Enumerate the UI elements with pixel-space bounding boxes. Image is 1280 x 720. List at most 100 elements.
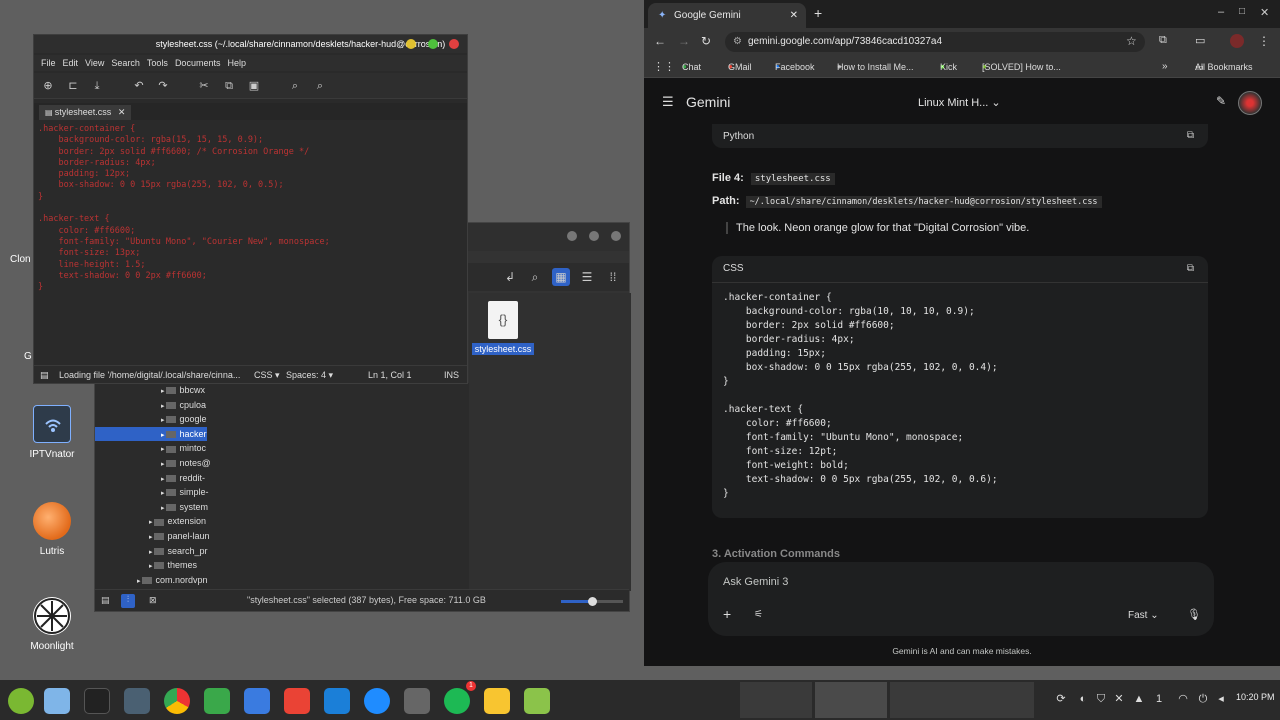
tree-item[interactable]: ▸ notes@ xyxy=(161,456,211,470)
maximize-icon[interactable]: □ xyxy=(1239,6,1245,17)
profile-avatar[interactable] xyxy=(1230,34,1244,48)
tree-item[interactable]: ▸ bbcwx xyxy=(161,383,205,397)
update-icon[interactable]: ⟳ xyxy=(1054,692,1068,706)
chat-app-icon[interactable] xyxy=(204,688,230,714)
redo-icon[interactable]: ↷ xyxy=(155,78,171,94)
prompt-box[interactable]: Ask Gemini 3 + ⚟ Fast ⌄ 🎙 xyxy=(708,562,1214,636)
spotify-icon[interactable] xyxy=(444,688,470,714)
tree-item[interactable]: ▸ extension xyxy=(149,514,206,528)
language-selector[interactable]: CSS ▾ xyxy=(254,366,280,384)
menu-item-search[interactable]: Search xyxy=(111,55,140,71)
forward-icon[interactable]: → xyxy=(678,34,690,48)
zoom-slider-handle[interactable] xyxy=(588,597,597,606)
copy-icon[interactable]: ⧉ xyxy=(221,78,237,94)
tools-icon[interactable]: ⚟ xyxy=(754,609,763,620)
tree-toggle-icon[interactable]: ⫶ xyxy=(121,594,135,608)
code-editor[interactable]: .hacker-container { background-color: rg… xyxy=(34,121,467,367)
menu-dots-icon[interactable]: ⋮ xyxy=(1258,34,1270,48)
tree-item[interactable]: ▸ simple- xyxy=(161,485,208,499)
spaces-selector[interactable]: Spaces: 4 ▾ xyxy=(286,366,333,384)
hamburger-menu-icon[interactable]: ☰ xyxy=(662,94,674,110)
volume-icon[interactable]: ◂ xyxy=(1214,692,1228,706)
desktop-icon-lutris[interactable]: Lutris xyxy=(17,502,87,557)
tree-item[interactable]: ▸ reddit- xyxy=(161,471,205,485)
new-chat-icon[interactable]: ✎ xyxy=(1216,94,1226,108)
outlook-icon[interactable] xyxy=(324,688,350,714)
copy-code-icon[interactable]: ⧉ xyxy=(1187,263,1194,274)
replace-icon[interactable]: ⌕ xyxy=(312,78,328,94)
copy-code-icon[interactable]: ⧉ xyxy=(1187,130,1194,141)
tree-item[interactable]: ▸ panel-laun xyxy=(149,529,210,543)
address-bar[interactable]: ⚙ gemini.google.com/app/73846cacd10327a4 xyxy=(725,32,1145,52)
tree-item[interactable]: ▸ com.nordvpn xyxy=(137,573,208,587)
compact-view-icon[interactable]: ⁞⁞ xyxy=(604,268,622,286)
menu-item-view[interactable]: View xyxy=(85,55,104,71)
desktop-icon-iptvnator[interactable]: IPTVnator xyxy=(17,405,87,460)
power-icon[interactable]: ⏻ xyxy=(1196,692,1210,706)
wifi-icon[interactable]: ◠ xyxy=(1176,692,1190,706)
places-toggle-icon[interactable]: ▤ xyxy=(101,595,113,607)
taskbar-window-slot[interactable] xyxy=(962,682,1034,718)
tree-item[interactable]: ▸ search_pr xyxy=(149,544,208,558)
prompt-input[interactable]: Ask Gemini 3 xyxy=(723,576,788,588)
tree-item[interactable]: ▸ system xyxy=(161,500,208,514)
hide-sidebar-icon[interactable]: ⊠ xyxy=(149,595,161,607)
list-view-icon[interactable]: ☰ xyxy=(578,268,596,286)
settings-app-icon[interactable] xyxy=(244,688,270,714)
network-alert-icon[interactable]: ▲ xyxy=(1132,692,1146,706)
shield-icon[interactable]: ⛉ xyxy=(1094,692,1108,706)
clock[interactable]: 10:20 PM xyxy=(1236,692,1275,702)
vpn-icon[interactable]: ◐ xyxy=(1076,692,1090,706)
zoom-slider[interactable] xyxy=(561,597,623,606)
messenger-icon[interactable] xyxy=(364,688,390,714)
gmail-icon[interactable] xyxy=(284,688,310,714)
menu-item-edit[interactable]: Edit xyxy=(63,55,79,71)
back-icon[interactable]: ← xyxy=(654,34,666,48)
menu-item-documents[interactable]: Documents xyxy=(175,55,221,71)
chat-title-dropdown[interactable]: Linux Mint H... ⌄ xyxy=(918,96,1001,109)
taskbar-window-slot[interactable] xyxy=(890,682,962,718)
go-up-icon[interactable]: ↲ xyxy=(501,268,519,286)
close-window-icon[interactable]: ✕ xyxy=(1260,6,1269,19)
user-avatar[interactable] xyxy=(1238,91,1262,115)
maximize-button[interactable] xyxy=(428,39,438,49)
notes-icon[interactable] xyxy=(484,688,510,714)
extension-icon[interactable]: ⧉ xyxy=(1159,34,1167,47)
sidebar-toggle-icon[interactable]: ▤ xyxy=(40,366,49,384)
search-icon[interactable]: ⌕ xyxy=(526,268,544,286)
model-selector[interactable]: Fast ⌄ xyxy=(1128,610,1159,621)
tree-item[interactable]: ▸ google xyxy=(161,412,207,426)
media-icon[interactable]: ▭ xyxy=(1195,34,1205,47)
close-button[interactable] xyxy=(611,231,621,241)
tree-item[interactable]: ▸ cpuloa xyxy=(161,398,206,412)
minimize-icon[interactable]: – xyxy=(1218,6,1224,18)
add-icon[interactable]: + xyxy=(723,606,731,622)
apps-grid-icon[interactable]: ⋮⋮ xyxy=(653,56,675,78)
close-tab-icon[interactable]: ✕ xyxy=(118,107,126,117)
maximize-button[interactable] xyxy=(589,231,599,241)
new-file-icon[interactable]: ⊕ xyxy=(40,78,56,94)
system-monitor-icon[interactable] xyxy=(124,688,150,714)
text-editor-taskbar-icon[interactable] xyxy=(524,688,550,714)
files-icon[interactable] xyxy=(44,688,70,714)
desktop-icon-moonlight[interactable]: Moonlight xyxy=(17,597,87,652)
undo-icon[interactable]: ↶ xyxy=(131,78,147,94)
tab-google-gemini[interactable]: ✦ Google Gemini ✕ xyxy=(648,3,806,28)
site-info-icon[interactable]: ⚙ xyxy=(733,32,742,52)
bookmark-star-icon[interactable]: ☆ xyxy=(1126,34,1137,48)
menu-mint-icon[interactable] xyxy=(8,688,34,714)
save-icon[interactable]: ⤓ xyxy=(89,78,105,94)
find-icon[interactable]: ⌕ xyxy=(287,78,303,94)
virtual-machine-icon[interactable] xyxy=(404,688,430,714)
microphone-icon[interactable]: 🎙 xyxy=(1187,608,1201,621)
tab-stylesheet[interactable]: ▤ stylesheet.css ✕ xyxy=(39,105,132,120)
file-item-stylesheet[interactable]: {} stylesheet.css xyxy=(471,301,535,355)
menu-item-file[interactable]: File xyxy=(41,55,56,71)
chrome-icon[interactable] xyxy=(164,688,190,714)
menu-item-tools[interactable]: Tools xyxy=(147,55,168,71)
tree-item[interactable]: ▸ mintoc xyxy=(161,441,206,455)
more-bookmarks-icon[interactable]: » xyxy=(1162,56,1168,78)
menu-item-help[interactable]: Help xyxy=(227,55,246,71)
terminal-icon[interactable] xyxy=(84,688,110,714)
taskbar-window-slot[interactable] xyxy=(815,682,887,718)
